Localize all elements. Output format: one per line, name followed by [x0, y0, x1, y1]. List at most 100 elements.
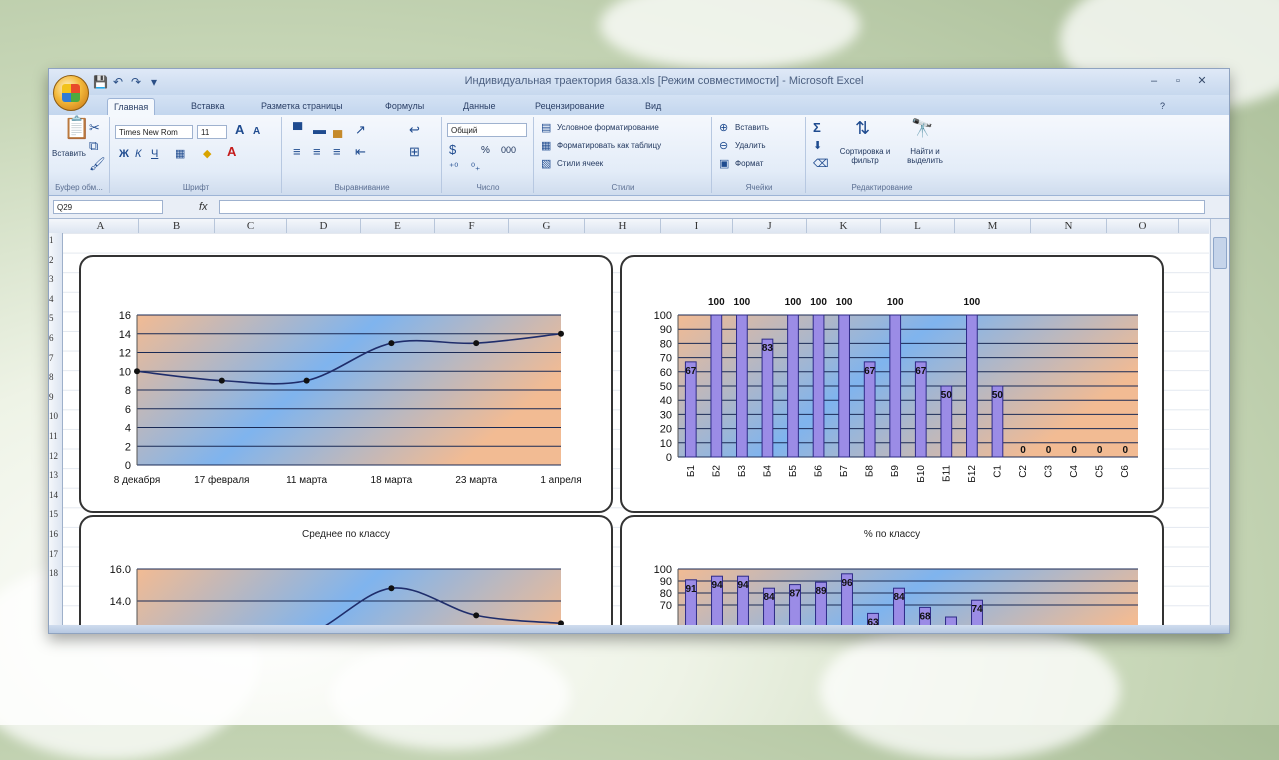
fill-icon[interactable]: ⬇ [813, 139, 822, 153]
chart-class-percent[interactable]: % по классу 70 80 90 100 91 94 94 84 87 89 96 63 84 6… [620, 515, 1164, 633]
row-header-2[interactable]: 2 [49, 255, 62, 265]
column-header-i[interactable]: I [661, 219, 733, 233]
bold-button[interactable]: Ж [119, 147, 129, 161]
row-header-15[interactable]: 15 [49, 509, 62, 519]
align-right-icon[interactable]: ≡ [333, 145, 341, 159]
format-as-table-button[interactable]: Форматировать как таблицу [557, 141, 661, 150]
merge-icon[interactable]: ⊞ [409, 145, 420, 159]
help-icon[interactable]: ? [1154, 98, 1171, 115]
scrollbar-thumb[interactable] [1213, 237, 1227, 269]
row-header-7[interactable]: 7 [49, 353, 62, 363]
align-left-icon[interactable]: ≡ [293, 145, 301, 159]
thousands-button[interactable]: 000 [501, 145, 516, 155]
formula-fx-label[interactable]: fx [199, 200, 208, 214]
redo-icon[interactable]: ↷ [129, 75, 143, 89]
autosum-button[interactable]: Σ [813, 121, 821, 135]
column-header-g[interactable]: G [509, 219, 585, 233]
italic-button[interactable]: К [135, 147, 141, 161]
maximize-button[interactable]: ▫ [1167, 73, 1189, 89]
column-header-a[interactable]: A [63, 219, 139, 233]
number-format-box[interactable]: Общий [447, 123, 527, 137]
row-header-6[interactable]: 6 [49, 333, 62, 343]
row-header-4[interactable]: 4 [49, 294, 62, 304]
currency-icon[interactable]: $ [449, 143, 456, 157]
tab-review[interactable]: Рецензирование [529, 98, 611, 115]
column-header-k[interactable]: K [807, 219, 881, 233]
row-header-13[interactable]: 13 [49, 470, 62, 480]
find-select-button[interactable]: Найти и выделить [897, 147, 953, 165]
underline-button[interactable]: Ч [151, 147, 158, 161]
borders-icon[interactable]: ▦ [175, 147, 185, 161]
align-middle-icon[interactable]: ▬ [313, 123, 326, 137]
chart-class-average[interactable]: Среднее по классу 12.014.016.0 [79, 515, 613, 633]
tab-page-layout[interactable]: Разметка страницы [255, 98, 349, 115]
clear-icon[interactable]: ⌫ [813, 157, 829, 171]
tab-formulas[interactable]: Формулы [379, 98, 430, 115]
column-header-m[interactable]: M [955, 219, 1031, 233]
column-header-b[interactable]: B [139, 219, 215, 233]
paste-button[interactable]: Вставить [52, 149, 86, 158]
format-painter-icon[interactable]: 🖌 [89, 157, 106, 171]
tab-insert[interactable]: Вставка [185, 98, 230, 115]
font-color-icon[interactable]: A [227, 145, 236, 159]
column-header-n[interactable]: N [1031, 219, 1107, 233]
close-button[interactable]: ✕ [1191, 73, 1213, 89]
row-header-8[interactable]: 8 [49, 372, 62, 382]
paste-icon[interactable]: 📋 [63, 117, 90, 139]
row-header-3[interactable]: 3 [49, 274, 62, 284]
cell-styles-button[interactable]: Стили ячеек [557, 159, 603, 168]
column-header-l[interactable]: L [881, 219, 955, 233]
font-size-box[interactable]: 11 [197, 125, 227, 139]
percent-button[interactable]: % [481, 145, 490, 156]
indent-icon[interactable]: ⇤ [355, 145, 366, 159]
row-header-16[interactable]: 16 [49, 529, 62, 539]
column-header-h[interactable]: H [585, 219, 661, 233]
column-header-e[interactable]: E [361, 219, 435, 233]
vertical-scrollbar[interactable] [1210, 219, 1229, 625]
grow-font-button[interactable]: A [235, 123, 244, 137]
column-header-d[interactable]: D [287, 219, 361, 233]
row-header-12[interactable]: 12 [49, 451, 62, 461]
row-header-11[interactable]: 11 [49, 431, 62, 441]
row-header-14[interactable]: 14 [49, 490, 62, 500]
tab-data[interactable]: Данные [457, 98, 502, 115]
column-header-o[interactable]: O [1107, 219, 1179, 233]
minimize-button[interactable]: – [1143, 73, 1165, 89]
cut-icon[interactable]: ✂ [89, 121, 100, 135]
wrap-text-icon[interactable]: ↩ [409, 123, 420, 137]
decimal-decrease-icon[interactable]: ⁰₊ [471, 161, 480, 175]
row-header-1[interactable]: 1 [49, 235, 62, 245]
formula-input[interactable] [219, 200, 1205, 214]
quick-access-dropdown-icon[interactable]: ▾ [147, 75, 161, 89]
fill-color-icon[interactable]: ◆ [203, 147, 211, 161]
row-header-5[interactable]: 5 [49, 313, 62, 323]
tab-home[interactable]: Главная [107, 98, 156, 116]
copy-icon[interactable]: ⧉ [89, 139, 98, 153]
name-box[interactable]: Q29 [53, 200, 163, 214]
save-icon[interactable]: 💾 [93, 75, 108, 89]
column-header-j[interactable]: J [733, 219, 807, 233]
orientation-icon[interactable]: ↗ [355, 123, 366, 137]
office-button[interactable] [53, 75, 89, 111]
format-cells-button[interactable]: Формат [735, 159, 763, 168]
row-header-18[interactable]: 18 [49, 568, 62, 578]
conditional-format-button[interactable]: Условное форматирование [557, 123, 659, 132]
column-header-f[interactable]: F [435, 219, 509, 233]
delete-cells-button[interactable]: Удалить [735, 141, 766, 150]
chart-progress-line[interactable]: 0 2 4 6 8 10 12 14 16 8 декабря 17 февраля 11 марта… [79, 255, 613, 513]
row-header-17[interactable]: 17 [49, 549, 62, 559]
align-center-icon[interactable]: ≡ [313, 145, 321, 159]
font-name-box[interactable]: Times New Rom [115, 125, 193, 139]
insert-cells-button[interactable]: Вставить [735, 123, 769, 132]
column-header-c[interactable]: C [215, 219, 287, 233]
row-header-10[interactable]: 10 [49, 411, 62, 421]
decimal-increase-icon[interactable]: ⁺⁰ [449, 161, 458, 175]
align-top-icon[interactable]: ▀ [293, 123, 302, 137]
shrink-font-button[interactable]: A [253, 125, 260, 139]
chart-tasks-bar[interactable]: 0 10 20 30 40 50 60 70 80 90 100 67 Б1 100 Б2 100 Б3 83 Б4… [620, 255, 1164, 513]
row-header-9[interactable]: 9 [49, 392, 62, 402]
sort-filter-button[interactable]: Сортировка и фильтр [837, 147, 893, 165]
tab-view[interactable]: Вид [639, 98, 667, 115]
align-bottom-icon[interactable]: ▄ [333, 123, 342, 137]
undo-icon[interactable]: ↶ [111, 75, 125, 89]
